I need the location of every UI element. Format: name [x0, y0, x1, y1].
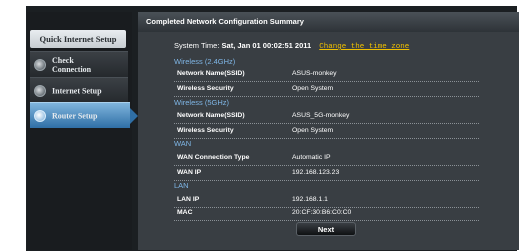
row-label: Wireless Security — [177, 85, 234, 92]
row-label: MAC — [177, 209, 193, 216]
row-label: WAN IP — [177, 169, 202, 176]
sidebar-item-label: Internet Setup — [52, 86, 102, 95]
system-time-row: System Time: Sat, Jan 01 00:02:51 2011 C… — [174, 41, 409, 51]
row-wan-type: WAN Connection Type Automatic IP — [174, 151, 479, 166]
section-title-wireless-5: Wireless (5GHz) — [174, 98, 230, 107]
page-title: Completed Network Configuration Summary — [146, 17, 304, 26]
row-value: Open System — [292, 127, 334, 134]
section-title-wan: WAN — [174, 139, 192, 148]
section-title-wireless-24: Wireless (2.4GHz) — [174, 57, 236, 66]
next-button[interactable]: Next — [296, 222, 356, 236]
row-label: Wireless Security — [177, 127, 234, 134]
row-label: Network Name(SSID) — [177, 70, 245, 77]
row-value: ASUS-monkey — [292, 70, 337, 77]
row-security-5: Wireless Security Open System — [174, 124, 479, 139]
section-title-lan: LAN — [174, 181, 189, 190]
row-value: Open System — [292, 85, 334, 92]
system-time-label: System Time: — [174, 41, 220, 50]
sidebar-item-check-connection[interactable]: Check Connection — [30, 51, 128, 77]
row-label: Network Name(SSID) — [177, 112, 245, 119]
row-security-24: Wireless Security Open System — [174, 82, 479, 97]
row-value: 192.168.1.1 — [292, 196, 328, 203]
row-value: 20:CF:30:B6:C0:C0 — [292, 209, 352, 216]
row-ssid-24: Network Name(SSID) ASUS-monkey — [174, 67, 479, 82]
sidebar-item-label-line2: Connection — [52, 64, 92, 74]
row-label: LAN IP — [177, 196, 200, 203]
sidebar-heading: Quick Internet Setup — [30, 30, 126, 48]
row-wan-ip: WAN IP 192.168.123.23 — [174, 166, 479, 181]
globe-icon — [34, 84, 46, 97]
row-label: WAN Connection Type — [177, 154, 250, 161]
change-time-zone-link[interactable]: Change the time zone — [319, 43, 409, 51]
sidebar-item-label: Check — [52, 55, 74, 65]
row-value: Automatic IP — [292, 154, 331, 161]
row-ssid-5: Network Name(SSID) ASUS_5G-monkey — [174, 109, 479, 124]
sidebar-item-router-setup[interactable]: Router Setup — [30, 102, 138, 128]
row-value: ASUS_5G-monkey — [292, 112, 350, 119]
row-value: 192.168.123.23 — [292, 169, 340, 176]
sidebar-item-label: Router Setup — [52, 111, 98, 120]
system-time-value: Sat, Jan 01 00:02:51 2011 — [221, 41, 312, 50]
row-lan-mac: MAC 20:CF:30:B6:C0:C0 — [174, 206, 479, 221]
router-icon — [34, 109, 46, 122]
sidebar-item-internet-setup[interactable]: Internet Setup — [30, 77, 128, 103]
gear-icon — [34, 58, 46, 71]
